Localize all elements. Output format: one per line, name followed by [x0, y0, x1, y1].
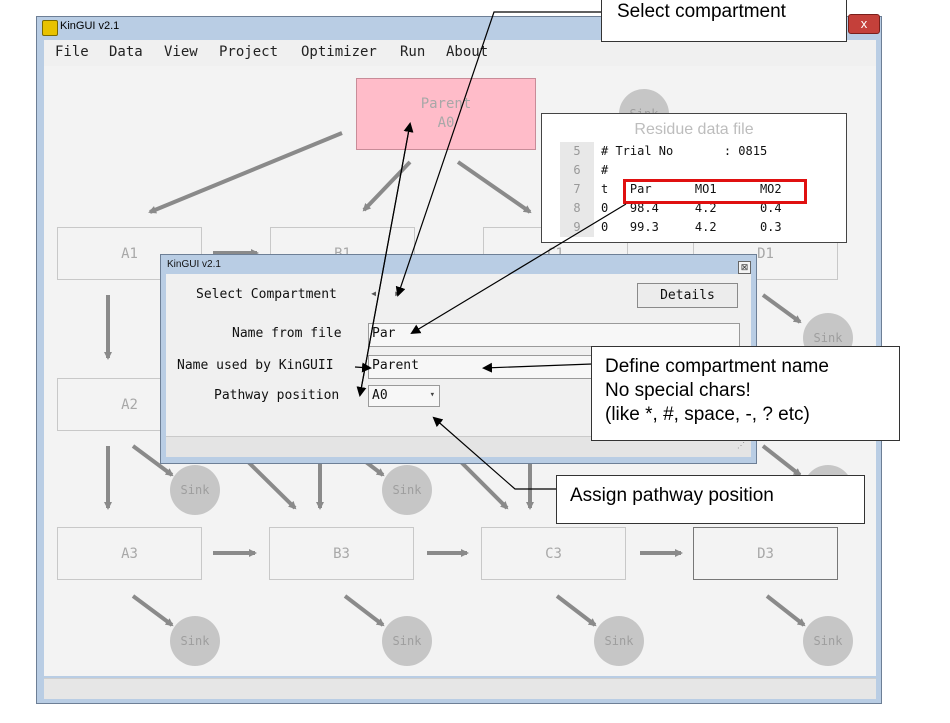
callout-define-line2: No special chars!	[605, 380, 751, 401]
callout-select-compartment: Select compartment	[601, 0, 847, 42]
callout-define-line1: Define compartment name	[605, 356, 829, 377]
callout-define-line3: (like *, #, space, -, ? etc)	[605, 404, 810, 425]
callout-assign-text: Assign pathway position	[570, 485, 774, 506]
callout-define-name: Define compartment name No special chars…	[591, 346, 900, 441]
callout-assign-position: Assign pathway position	[556, 475, 865, 524]
callout-select-text: Select compartment	[617, 1, 786, 22]
